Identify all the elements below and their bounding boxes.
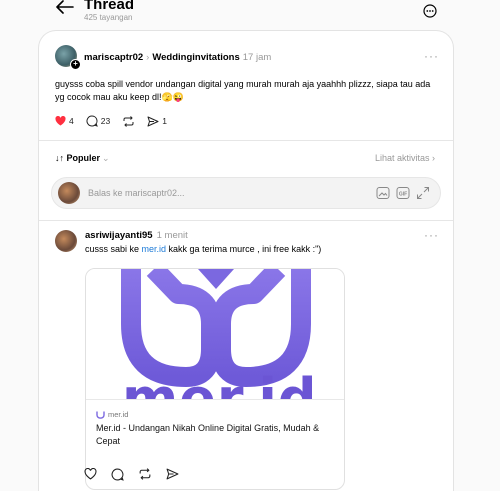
reply-input[interactable]: Balas ke mariscaptr02... GIF [51,177,441,209]
svg-text:GIF: GIF [399,191,407,197]
avatar [58,182,80,204]
share-count: 1 [162,116,167,126]
comment-time: 1 menit [156,230,188,241]
divider [39,140,453,141]
post-actions: 4 23 1 [55,114,179,128]
preview-domain: mer.id [96,410,128,419]
post-more-icon[interactable]: ··· [424,49,439,63]
reply-placeholder: Balas ke mariscaptr02... [88,188,185,198]
top-bar: Thread 425 tayangan [0,0,500,28]
follow-plus-icon[interactable]: + [70,59,81,70]
divider [39,220,453,221]
chevron-right-icon: › [146,52,150,63]
preview-title: Mer.id - Undangan Nikah Online Digital G… [96,423,320,446]
repost-icon [123,115,134,127]
brand-logo-text: mer.id [122,367,318,400]
send-icon[interactable] [166,468,179,480]
back-arrow-icon[interactable] [56,0,74,14]
expand-icon[interactable] [416,186,430,200]
sort-dropdown[interactable]: ↓↑ Populer ⌄ [55,153,110,164]
comment-text-part: kakk ga terima murce , ini free kakk :") [166,244,322,254]
gif-icon[interactable]: GIF [396,186,410,200]
mer-id-logo-icon [96,411,105,419]
more-options-icon[interactable] [423,4,437,18]
comment-username[interactable]: asriwijayanti95 [85,230,153,241]
preview-domain-text: mer.id [108,410,129,419]
divider [86,399,344,400]
post-community[interactable]: Weddinginvitations [152,52,239,63]
like-count: 4 [69,116,74,126]
post-username[interactable]: mariscaptr02 [84,52,143,63]
view-count: 425 tayangan [84,13,133,22]
thread-card: + mariscaptr02 › Weddinginvitations 17 jam … [38,30,454,491]
comment-count: 23 [100,116,111,126]
comment-icon[interactable] [111,468,124,481]
page-title: Thread [84,0,135,13]
comment-actions [84,468,193,481]
comment-button[interactable]: 23 [86,115,110,127]
comment-more-icon[interactable]: ··· [424,228,439,242]
link-preview-image: mer.id [86,269,344,400]
repost-button[interactable] [122,115,135,127]
share-button[interactable]: 1 [147,116,167,127]
comment-text-part: cusss sabi ke [85,244,142,254]
sort-label: Populer [66,153,101,163]
view-activity-label: Lihat aktivitas [374,153,430,163]
heart-icon[interactable] [84,468,97,480]
link-preview-card[interactable]: mer.id mer.id Mer.id - Undangan Nikah On… [85,268,345,490]
comment-header: asriwijayanti95 1 menit [85,230,188,241]
send-icon [147,116,159,126]
image-icon[interactable] [376,186,390,200]
comment-link[interactable]: mer.id [142,244,167,254]
avatar[interactable] [55,230,77,252]
comment-text: cusss sabi ke mer.id kakk ga terima murc… [85,244,321,254]
heart-filled-icon [55,116,66,126]
chevron-down-icon: ⌄ [102,153,110,163]
post-time: 17 jam [242,52,272,63]
like-button[interactable]: 4 [55,116,74,126]
view-activity-link[interactable]: Lihat aktivitas › [375,153,435,163]
repost-icon[interactable] [138,468,152,480]
sort-icon: ↓↑ [55,153,64,163]
post-text: guysss coba spill vendor undangan digita… [55,79,431,102]
comment-icon [86,115,98,127]
chevron-right-icon: › [432,153,435,163]
post-header: mariscaptr02 › Weddinginvitations 17 jam [84,52,271,63]
reply-tools: GIF [370,186,430,200]
